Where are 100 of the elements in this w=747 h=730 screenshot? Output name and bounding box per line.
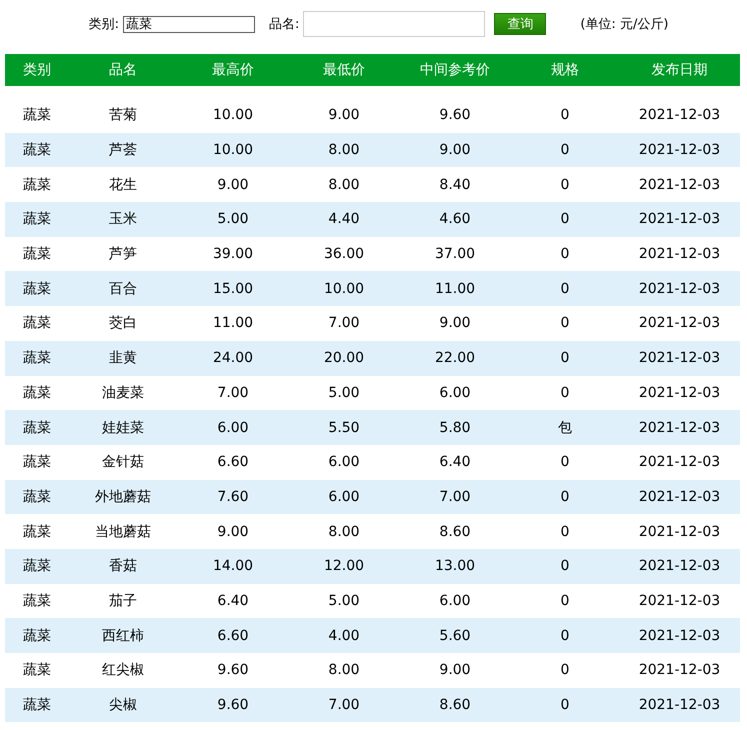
table-cell-text: 0: [560, 176, 570, 193]
table-cell-text: 0: [560, 592, 570, 609]
table-cell-text: 8.00: [327, 662, 361, 678]
table-cell-text: 娃娃菜: [101, 418, 145, 437]
table-cell-text: 蔬菜: [22, 626, 52, 645]
table-cell-text: 2021-12-03: [638, 211, 722, 228]
table-cell-text: 4.40: [327, 211, 361, 228]
table-cell-text: 5.60: [438, 628, 472, 644]
table-cell-text: 蔬菜: [22, 488, 52, 506]
table-cell-text: 8.40: [438, 176, 472, 193]
table-cell-text: 39.00: [212, 246, 254, 262]
table-cell-text: 外地蘑菇: [94, 488, 152, 506]
name-label: 品名:: [268, 16, 300, 33]
table-cell-text: 玉米: [108, 210, 138, 228]
table-cell-text: 苦菊: [108, 106, 138, 124]
table-cell-text: 2021-12-03: [638, 315, 722, 332]
table-cell-text: 24.00: [212, 350, 254, 366]
table-cell-text: 2021-12-03: [638, 524, 722, 540]
table-cell-text: 蔬菜: [22, 314, 52, 332]
table-cell-text: 36.00: [322, 246, 366, 262]
table-cell-text: 0: [560, 524, 570, 540]
table-cell-text: 2021-12-03: [638, 454, 722, 470]
table-cell-text: 蔬菜: [22, 349, 52, 368]
table-cell-text: 10.00: [212, 107, 254, 124]
table-cell-text: 6.00: [216, 420, 250, 436]
table-cell-text: 9.00: [216, 176, 250, 193]
table-cell-text: 5.00: [216, 211, 250, 228]
table-cell-text: 茭白: [108, 314, 138, 332]
table-cell-text: 红尖椒: [101, 661, 145, 680]
table-cell-text: 2021-12-03: [638, 628, 722, 644]
table-cell-text: 茄子: [108, 592, 138, 610]
table-cell-text: 6.40: [438, 454, 472, 470]
table-cell-text: 2021-12-03: [638, 107, 722, 124]
table-cell-text: 花生: [108, 176, 138, 194]
table-cell-text: 8.00: [327, 176, 361, 193]
table-cell-text: 0: [560, 488, 570, 505]
table-cell-text: 2021-12-03: [638, 246, 722, 262]
table-cell-text: 10.00: [322, 280, 366, 297]
table-cell-text: 包: [557, 418, 573, 437]
table-cell-text: 0: [560, 107, 570, 124]
table-cell-text: 0: [560, 662, 570, 678]
table-cell-text: 0: [560, 384, 570, 401]
table-cell-text: 8.60: [438, 524, 472, 540]
table-cell-text: 蔬菜: [22, 418, 52, 437]
table-cell-text: 8.00: [327, 524, 361, 540]
table-cell-text: 6.60: [216, 628, 250, 644]
category-field[interactable]: 蔬菜: [122, 16, 255, 32]
table-cell-text: 2021-12-03: [638, 280, 722, 297]
table-cell-text: 7.00: [327, 315, 361, 332]
table-cell-text: 0: [560, 315, 570, 332]
query-button[interactable]: 查询: [494, 13, 546, 35]
table-cell-text: 6.00: [327, 488, 361, 505]
column-header: 发布日期: [650, 61, 708, 79]
table-cell-text: 9.60: [438, 107, 472, 124]
table-cell-text: 9.60: [216, 697, 250, 714]
table-cell-text: 0: [560, 697, 570, 714]
table-cell-text: 15.00: [212, 280, 254, 297]
table-cell-text: 5.50: [327, 420, 361, 436]
table-cell-text: 7.00: [438, 488, 472, 505]
table-cell-text: 2021-12-03: [638, 176, 722, 193]
table-cell-text: 蔬菜: [22, 106, 52, 124]
table-cell-text: 蔬菜: [22, 280, 52, 298]
table-cell-text: 0: [560, 454, 570, 470]
column-header: 类别: [22, 61, 52, 79]
table-cell-text: 蔬菜: [22, 453, 52, 472]
table-cell-text: 4.00: [327, 628, 361, 644]
table-cell-text: 西红柿: [101, 626, 145, 645]
table-cell-text: 蔬菜: [22, 141, 52, 160]
table-cell-text: 2021-12-03: [638, 558, 722, 574]
table-cell-text: 2021-12-03: [638, 142, 722, 158]
table-cell-text: 5.00: [327, 384, 361, 401]
table-cell-text: 5.80: [438, 420, 472, 436]
table-cell-text: 0: [560, 280, 570, 297]
column-header: 中间参考价: [419, 61, 491, 79]
table-cell-text: 油麦菜: [101, 384, 145, 402]
table-cell-text: 2021-12-03: [638, 420, 722, 436]
table-cell-text: 11.00: [212, 315, 254, 332]
table-cell-text: 蔬菜: [22, 557, 52, 576]
table-cell-text: 11.00: [434, 280, 476, 297]
table-cell-text: 蔬菜: [22, 245, 52, 264]
table-cell-text: 香菇: [108, 557, 138, 576]
table-cell-text: 0: [560, 350, 570, 366]
table-cell-text: 尖椒: [108, 696, 138, 714]
table-cell-text: 6.00: [438, 592, 472, 609]
table-cell-text: 7.00: [216, 384, 250, 401]
table-cell-text: 蔬菜: [22, 592, 52, 610]
table-cell-text: 蔬菜: [22, 522, 52, 541]
table-cell-text: 9.60: [216, 662, 250, 678]
table-cell-text: 蔬菜: [22, 384, 52, 402]
table-cell-text: 金针菇: [101, 453, 145, 472]
name-field[interactable]: [303, 11, 486, 37]
table-cell-text: 2021-12-03: [638, 384, 722, 401]
table-cell-text: 7.60: [216, 488, 250, 505]
table-cell-text: 2021-12-03: [638, 488, 722, 505]
table-cell-text: 芦荟: [108, 141, 138, 160]
table-cell-text: 芦笋: [108, 245, 138, 264]
table-cell-text: 6.00: [438, 384, 472, 401]
table-cell-text: 5.00: [327, 592, 361, 609]
table-cell-text: 12.00: [322, 558, 366, 574]
table-cell-text: 2021-12-03: [638, 662, 722, 678]
